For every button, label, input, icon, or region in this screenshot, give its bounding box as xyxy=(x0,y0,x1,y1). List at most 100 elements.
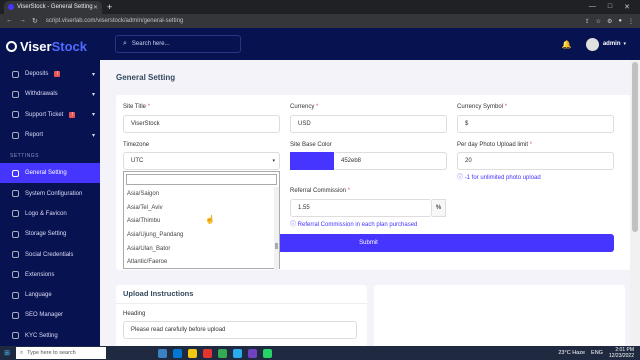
logo-text-accent: Stock xyxy=(51,38,87,54)
upload-limit-label-text: Per day Photo Upload limit xyxy=(457,142,529,148)
taskbar-search[interactable]: ⌕ Type here to search xyxy=(16,347,106,359)
chrome-icon[interactable] xyxy=(218,348,227,358)
language-indicator[interactable]: ENG xyxy=(591,350,603,356)
maximize-icon[interactable]: □ xyxy=(608,3,612,11)
url-field[interactable]: script.viserlab.com/viserstock/admin/gen… xyxy=(46,18,183,24)
sidebar-item-withdrawals[interactable]: Withdrawals ▾ xyxy=(0,84,100,104)
user-name[interactable]: admin xyxy=(603,41,621,47)
sidebar-item-general-setting[interactable]: General Setting xyxy=(0,163,100,184)
upload-limit-hint-text: -1 for unlimited photo upload xyxy=(464,175,541,181)
weather-text[interactable]: 23°C Haze xyxy=(558,350,585,356)
sidebar: Viser Stock Deposits! ▾ Withdrawals ▾ Suppo… xyxy=(0,28,100,346)
dropdown-option[interactable]: Asia/Ulan_Bator xyxy=(124,242,279,256)
explorer-icon[interactable] xyxy=(188,348,197,358)
sidebar-item-extensions[interactable]: Extensions xyxy=(0,265,100,285)
sidebar-item-report[interactable]: Report ▾ xyxy=(0,125,100,145)
upload-instructions-title: Upload Instructions xyxy=(123,289,194,298)
sidebar-item-system-configuration[interactable]: System Configuration xyxy=(0,183,100,203)
forward-icon[interactable]: → xyxy=(19,17,26,25)
sidebar-item-seo-manager[interactable]: SEO Manager xyxy=(0,305,100,325)
sidebar-item-support-ticket[interactable]: Support Ticket! ▾ xyxy=(0,105,100,125)
dropdown-search-input[interactable] xyxy=(126,174,277,185)
chevron-down-icon[interactable]: ▾ xyxy=(623,41,626,47)
address-bar: ← → ↻ script.viserlab.com/viserstock/adm… xyxy=(0,14,640,28)
page-scrollbar[interactable] xyxy=(630,60,640,346)
gear-icon xyxy=(12,169,19,177)
base-color-input[interactable]: 452eb8 xyxy=(334,152,447,170)
clock[interactable]: 2:01 PM 12/23/2022 xyxy=(609,347,634,359)
social-icon xyxy=(12,251,19,259)
browser-tabbar: ViserStock - General Setting ✕ + — □ ✕ xyxy=(0,0,640,14)
alert-badge: ! xyxy=(69,111,76,118)
sidebar-item-language[interactable]: Language xyxy=(0,285,100,305)
whatsapp-icon[interactable] xyxy=(263,348,272,358)
upload-limit-input[interactable]: 20 xyxy=(457,152,614,170)
currency-symbol-input[interactable]: $ xyxy=(457,115,614,133)
sidebar-item-label: Report xyxy=(25,132,44,139)
dropdown-option[interactable]: Atlantic/Faeroe xyxy=(124,255,279,269)
chevron-down-icon: ▾ xyxy=(272,158,275,164)
back-icon[interactable]: ← xyxy=(6,17,13,25)
new-tab-icon[interactable]: + xyxy=(107,2,112,12)
share-icon[interactable]: ⇪ xyxy=(585,18,590,25)
system-tray: 23°C Haze ENG 2:01 PM 12/23/2022 xyxy=(558,347,634,359)
heading-input[interactable]: Please read carefully before upload xyxy=(123,321,357,339)
taskview-icon[interactable] xyxy=(158,348,167,358)
scroll-thumb[interactable] xyxy=(632,62,638,232)
close-window-icon[interactable]: ✕ xyxy=(624,3,630,11)
dropdown-option[interactable]: Asia/Ujung_Pandang xyxy=(124,228,279,242)
dropdown-scrollbar[interactable] xyxy=(274,187,279,270)
referral-input[interactable]: 1.55 xyxy=(290,199,432,217)
windows-start-icon[interactable]: ⊞ xyxy=(0,346,14,360)
chevron-down-icon: ▾ xyxy=(91,132,95,139)
logo[interactable]: Viser Stock xyxy=(0,28,100,64)
sidebar-item-label: Deposits xyxy=(25,71,49,78)
minimize-icon[interactable]: — xyxy=(589,3,596,11)
report-icon xyxy=(12,131,19,139)
scroll-thumb[interactable] xyxy=(275,243,278,249)
avatar[interactable] xyxy=(585,37,599,51)
reload-icon[interactable]: ↻ xyxy=(32,17,38,25)
telegram-icon[interactable] xyxy=(233,348,242,358)
dropdown-option[interactable]: Asia/Saigon xyxy=(124,187,279,201)
color-swatch[interactable] xyxy=(290,152,334,170)
sidebar-item-label: Language xyxy=(25,292,52,299)
extensions-icon[interactable]: ⚙ xyxy=(607,18,612,25)
search-input[interactable]: ⌕ Search here... xyxy=(115,35,241,53)
dropdown-option[interactable]: Asia/Tel_Aviv xyxy=(124,201,279,215)
sidebar-item-storage-setting[interactable]: Storage Setting xyxy=(0,224,100,244)
sidebar-item-label: SEO Manager xyxy=(25,312,64,319)
sidebar-item-deposits[interactable]: Deposits! ▾ xyxy=(0,64,100,84)
profile-icon[interactable]: ● xyxy=(618,18,622,25)
tab-title: ViserStock - General Setting xyxy=(17,4,93,10)
close-tab-icon[interactable]: ✕ xyxy=(93,4,98,11)
bell-icon[interactable]: 🔔 xyxy=(562,40,572,49)
site-title-input[interactable]: ViserStock xyxy=(123,115,280,133)
dropdown-option[interactable]: Asia/Thimbu xyxy=(124,214,279,228)
bookmark-icon[interactable]: ☆ xyxy=(596,18,601,25)
preview-card xyxy=(374,285,625,355)
edge-icon[interactable] xyxy=(173,348,182,358)
sidebar-item-kyc-setting[interactable]: KYC Setting xyxy=(0,326,100,346)
puzzle-icon xyxy=(12,271,19,279)
app-icon[interactable] xyxy=(248,348,257,358)
currency-input[interactable]: USD xyxy=(290,115,447,133)
logo-icon xyxy=(6,40,17,52)
sidebar-item-label: Storage Setting xyxy=(25,231,67,238)
mouse-cursor-icon: ☝ xyxy=(205,215,215,224)
chevron-down-icon: ▾ xyxy=(91,112,95,119)
sidebar-item-label: Support Ticket xyxy=(25,111,64,118)
globe-icon xyxy=(12,291,19,299)
storage-icon xyxy=(12,230,19,238)
divider xyxy=(116,303,367,304)
referral-label-text: Referral Commission xyxy=(290,188,347,194)
search-placeholder: Search here... xyxy=(131,41,170,47)
sidebar-item-social-credentials[interactable]: Social Credentials xyxy=(0,244,100,264)
browser-tab[interactable]: ViserStock - General Setting ✕ xyxy=(4,0,102,14)
site-title-label-text: Site Title xyxy=(123,104,147,110)
sidebar-item-logo-favicon[interactable]: Logo & Favicon xyxy=(0,204,100,224)
currency-label-text: Currency xyxy=(290,104,315,110)
timezone-select[interactable]: UTC ▾ xyxy=(123,152,280,170)
office-icon[interactable] xyxy=(203,348,212,358)
menu-icon[interactable]: ⋮ xyxy=(628,18,634,25)
